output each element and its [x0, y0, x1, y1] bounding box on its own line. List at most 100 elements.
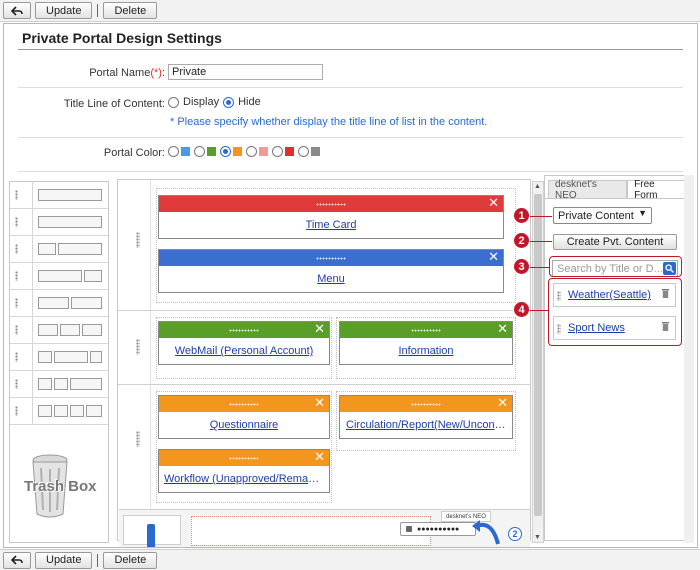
layout-option[interactable]	[10, 344, 108, 371]
inset-step-badge: 2	[508, 527, 522, 541]
create-private-content-button[interactable]: Create Pvt. Content	[553, 234, 677, 250]
section-drag-handle-icon[interactable]	[136, 339, 140, 355]
toolbar-separator	[97, 553, 99, 567]
portlet-header[interactable]: ✕	[340, 395, 512, 412]
layout-option[interactable]	[10, 182, 108, 209]
drag-handle-icon	[229, 402, 259, 406]
page-title: Private Portal Design Settings	[22, 30, 222, 46]
callout-line	[530, 216, 552, 217]
scroll-up-icon[interactable]: ▲	[534, 183, 541, 190]
drag-handle-icon	[15, 190, 18, 200]
drag-handle-icon	[15, 217, 18, 227]
portlet-header[interactable]: ✕	[159, 321, 329, 338]
layout-option[interactable]	[10, 371, 108, 398]
divider	[18, 137, 683, 138]
tab-free-form[interactable]: Free Form	[627, 179, 687, 201]
portlet-header[interactable]: ✕	[159, 195, 503, 212]
color-swatch	[311, 147, 320, 156]
layout-option[interactable]	[10, 263, 108, 290]
color-swatch	[181, 147, 190, 156]
portlet-workflow[interactable]: ✕ Workflow (Unapproved/Remanded)	[158, 449, 330, 493]
portlet-time-card[interactable]: ✕ Time Card	[158, 195, 504, 239]
color-radio-4[interactable]	[246, 146, 257, 157]
back-button[interactable]	[3, 551, 31, 569]
section-drag-handle-icon[interactable]	[136, 232, 140, 248]
color-radio-6[interactable]	[298, 146, 309, 157]
close-icon[interactable]: ✕	[497, 321, 508, 337]
content-type-value: Private Content	[558, 209, 634, 222]
portlet-header[interactable]: ✕	[340, 321, 512, 338]
layout-option[interactable]	[10, 290, 108, 317]
portlet-questionnaire[interactable]: ✕ Questionnaire	[158, 395, 330, 439]
color-radio-2[interactable]	[194, 146, 205, 157]
section-drag-handle-icon[interactable]	[136, 431, 140, 447]
layout-option[interactable]	[10, 209, 108, 236]
inset-password-mask: ●●●●●●●●●●	[417, 525, 460, 533]
portlet-body: Circulation/Report(New/Unconfirmed)	[340, 412, 512, 438]
close-icon[interactable]: ✕	[488, 249, 499, 265]
inset-lock-icon	[406, 526, 412, 532]
close-icon[interactable]: ✕	[314, 449, 325, 465]
trash-box-label: Trash Box	[24, 478, 97, 495]
portlet-information[interactable]: ✕ Information	[339, 321, 513, 365]
portlet-circulation-report[interactable]: ✕ Circulation/Report(New/Unconfirmed)	[339, 395, 513, 439]
inset-illustration: desknet's NEO ●●●●●●●●●● 2	[119, 509, 530, 547]
portlet-link[interactable]: Time Card	[306, 219, 357, 231]
drag-handle-icon	[411, 328, 441, 332]
content-tabs: desknet's NEO Free Form	[548, 179, 687, 201]
drag-handle-icon	[411, 402, 441, 406]
label-colon: :	[161, 67, 165, 79]
delete-button[interactable]: Delete	[103, 551, 158, 569]
update-button[interactable]: Update	[35, 2, 93, 19]
color-radio-5[interactable]	[272, 146, 283, 157]
close-icon[interactable]: ✕	[314, 321, 325, 337]
scroll-down-icon[interactable]: ▼	[534, 534, 541, 541]
chevron-down-icon: ▼	[638, 208, 647, 218]
content-type-select[interactable]: Private Content ▼	[553, 207, 652, 224]
portlet-webmail[interactable]: ✕ WebMail (Personal Account)	[158, 321, 330, 365]
update-button[interactable]: Update	[35, 551, 93, 569]
portal-color-label: Portal Color:	[103, 147, 165, 159]
portlet-body: Menu	[159, 266, 503, 292]
back-button[interactable]	[3, 2, 31, 19]
drag-handle-icon	[316, 256, 346, 260]
delete-button[interactable]: Delete	[103, 2, 158, 19]
callout-badge: 4	[513, 301, 530, 318]
scrollbar-thumb[interactable]	[534, 194, 542, 516]
portal-name-label: Portal Name(*):	[89, 67, 165, 79]
search-highlight	[549, 256, 682, 277]
drag-handle-icon	[229, 328, 259, 332]
callout-badge: 1	[513, 207, 530, 224]
portlet-header[interactable]: ✕	[159, 449, 329, 466]
drag-handle-icon	[15, 325, 18, 335]
portlet-header[interactable]: ✕	[159, 249, 503, 266]
hide-radio[interactable]	[223, 96, 235, 108]
close-icon[interactable]: ✕	[488, 195, 499, 211]
portlet-link[interactable]: Workflow (Unapproved/Remanded)	[164, 473, 324, 485]
panel-scrollbar[interactable]	[684, 175, 694, 543]
canvas-scrollbar[interactable]: ▲ ▼	[532, 181, 544, 543]
layout-option[interactable]	[10, 236, 108, 263]
color-radio-1[interactable]	[168, 146, 179, 157]
color-radio-3[interactable]	[220, 146, 231, 157]
layout-option[interactable]	[10, 317, 108, 344]
back-arrow-icon	[11, 555, 23, 565]
portlet-link[interactable]: Menu	[317, 273, 345, 285]
layout-option[interactable]	[10, 398, 108, 425]
tab-desknets-neo[interactable]: desknet's NEO	[548, 179, 628, 201]
portlet-header[interactable]: ✕	[159, 395, 329, 412]
portlet-link[interactable]: Circulation/Report(New/Unconfirmed)	[346, 419, 506, 431]
portlet-link[interactable]: Information	[398, 345, 453, 357]
drag-handle-icon	[15, 244, 18, 254]
portal-name-input[interactable]	[168, 64, 323, 80]
close-icon[interactable]: ✕	[314, 395, 325, 411]
callout-badge: 3	[513, 258, 530, 275]
portlet-link[interactable]: WebMail (Personal Account)	[175, 345, 314, 357]
display-radio-label: Display	[183, 96, 220, 108]
callout-line	[530, 241, 552, 242]
portal-name-label-text: Portal Name	[89, 67, 151, 79]
close-icon[interactable]: ✕	[497, 395, 508, 411]
portlet-link[interactable]: Questionnaire	[210, 419, 279, 431]
display-radio[interactable]	[168, 96, 179, 108]
portlet-menu[interactable]: ✕ Menu	[158, 249, 504, 293]
